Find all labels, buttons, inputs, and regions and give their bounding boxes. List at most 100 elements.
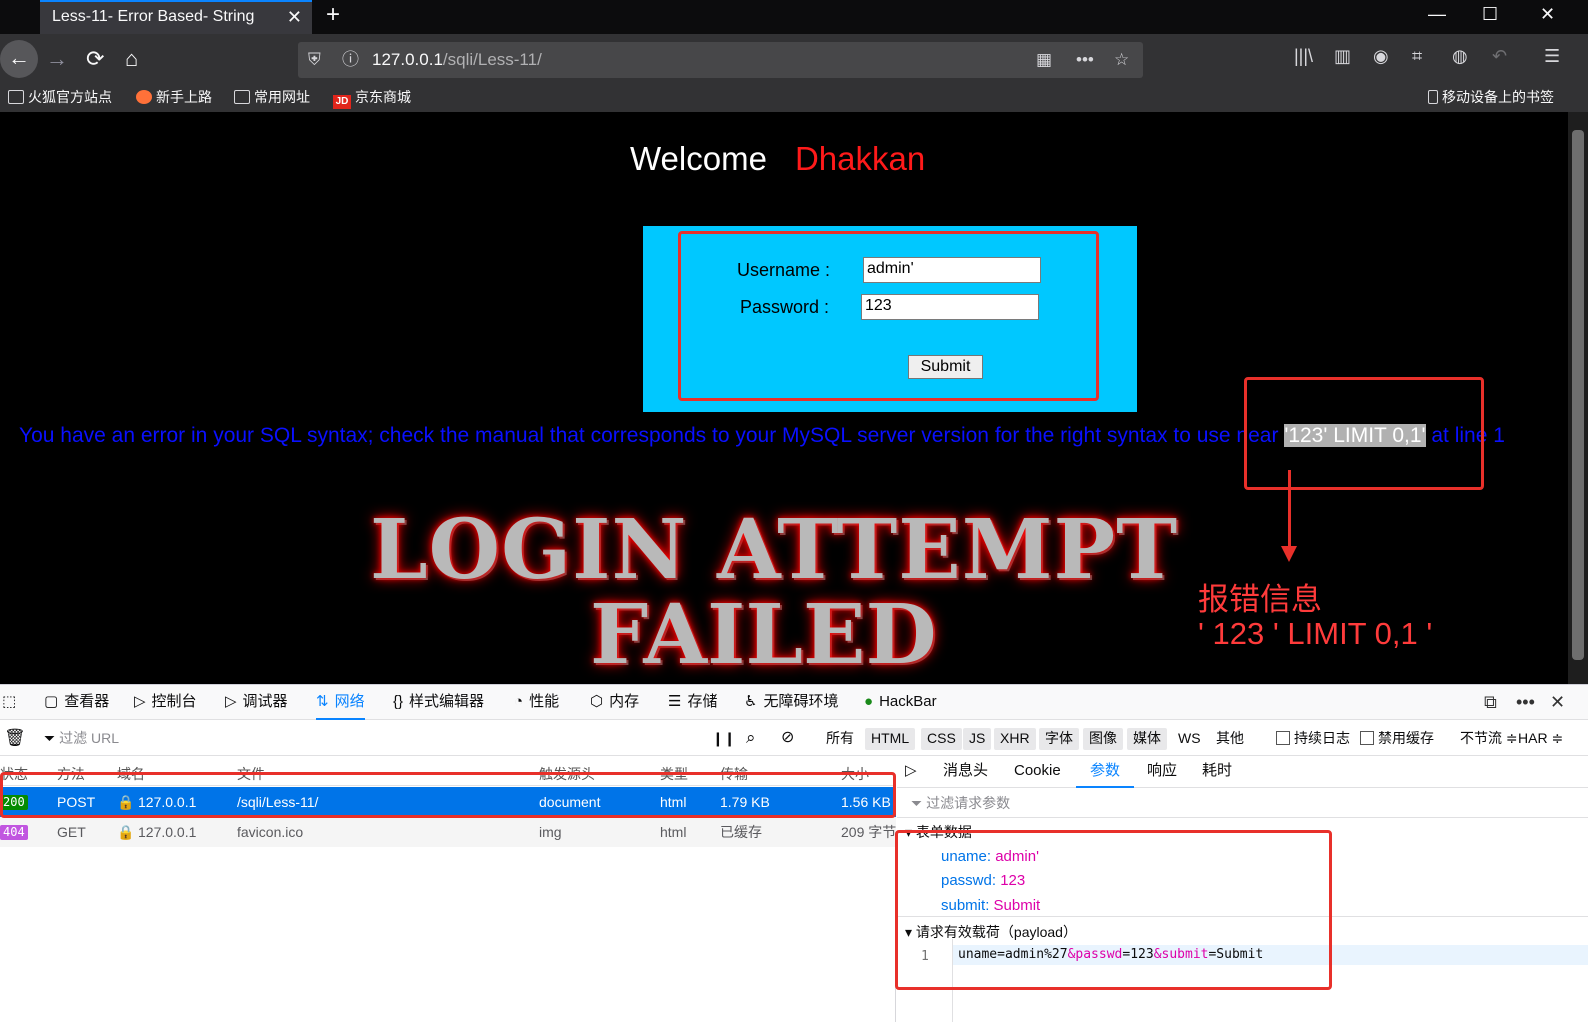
shield-icon[interactable]: ⛨	[308, 42, 321, 78]
annotation-box-form	[678, 231, 1099, 401]
type-filter-fonts[interactable]: 字体	[1039, 728, 1079, 750]
type-filter-css[interactable]: CSS	[921, 728, 962, 750]
welcome-text: Welcome	[630, 140, 767, 177]
annotation-box-error	[1244, 377, 1484, 490]
bookmark-item[interactable]: 火狐官方站点	[8, 84, 112, 110]
more-options-icon[interactable]: •••	[1516, 685, 1535, 719]
url-filter-input[interactable]: ⏷ 过滤 URL	[44, 720, 119, 756]
tab-response[interactable]: 响应	[1147, 756, 1177, 786]
sidebar-icon[interactable]: ▥	[1334, 46, 1351, 67]
menu-icon[interactable]: ☰	[1544, 46, 1560, 67]
url-host: 127.0.0.1	[372, 50, 443, 69]
tab-label: 样式编辑器	[409, 693, 485, 710]
dock-icon[interactable]: ⧉	[1484, 685, 1497, 719]
url-bar[interactable]: ⛨ ⓘ 127.0.0.1/sqli/Less-11/ ▦ ••• ☆	[298, 42, 1143, 78]
tab-active[interactable]: Less-11- Error Based- String ✕	[40, 0, 312, 34]
page-viewport: Welcome Dhakkan Username : admin' Passwor…	[0, 112, 1568, 684]
back-icon[interactable]: ←	[0, 40, 38, 78]
block-icon[interactable]: ⊘	[781, 720, 794, 756]
reload-icon[interactable]: ⟳	[86, 44, 104, 74]
persist-log-checkbox[interactable]: 持续日志	[1276, 720, 1350, 756]
tab-params[interactable]: 参数	[1076, 756, 1135, 788]
filter-icon: ⏷	[911, 795, 927, 811]
har-menu[interactable]: HAR ≑	[1518, 720, 1563, 756]
mobile-bookmarks[interactable]: 移动设备上的书签	[1428, 84, 1554, 110]
tab-performance[interactable]: ◔ 性能	[514, 685, 559, 720]
bookmark-label: 京东商城	[355, 89, 411, 105]
type-filter-other[interactable]: 其他	[1210, 728, 1250, 750]
annotation-title: 报错信息	[1198, 582, 1322, 617]
toggle-panel-icon[interactable]: ▷	[905, 756, 917, 786]
params-filter-input[interactable]: ⏷ 过滤请求参数	[897, 788, 1588, 818]
tab-label: 无障碍环境	[763, 693, 839, 710]
firefox-icon	[136, 90, 152, 104]
type-filter-ws[interactable]: WS	[1172, 728, 1207, 750]
url-filter-placeholder: 过滤 URL	[59, 730, 119, 746]
scrollbar-thumb[interactable]	[1572, 130, 1584, 660]
bookmark-item[interactable]: JD 京东商城	[333, 84, 411, 110]
type-filter-images[interactable]: 图像	[1083, 728, 1123, 750]
pause-icon[interactable]: ❙❙	[712, 720, 735, 756]
qr-code-icon[interactable]: ▦	[1036, 42, 1052, 78]
tab-network[interactable]: ⇅ 网络	[316, 685, 365, 720]
maximize-icon[interactable]: ☐	[1482, 4, 1498, 25]
element-picker-icon[interactable]: ⬚	[2, 685, 22, 720]
tab-inspector[interactable]: ▢ 查看器	[44, 685, 109, 720]
bookmark-item[interactable]: 常用网址	[234, 84, 310, 110]
type-filter-html[interactable]: HTML	[865, 728, 916, 750]
debugger-icon: ▷	[225, 693, 237, 710]
bookmark-label: 新手上路	[156, 89, 212, 105]
bookmark-star-icon[interactable]: ☆	[1114, 42, 1129, 78]
minimize-icon[interactable]: —	[1428, 4, 1446, 25]
request-table: 状态 方法 域名 文件 触发源头 类型 传输 大小 200 POST 🔒 127…	[0, 756, 896, 1022]
tab-accessibility[interactable]: ♿ 无障碍环境	[744, 685, 838, 720]
tab-timings[interactable]: 耗时	[1202, 756, 1232, 786]
tab-label: 存储	[687, 693, 718, 710]
folder-icon	[1428, 90, 1438, 104]
window-close-icon[interactable]: ✕	[1540, 4, 1555, 25]
url-text[interactable]: 127.0.0.1/sqli/Less-11/	[372, 42, 542, 78]
search-icon[interactable]: ⌕	[746, 720, 756, 756]
library-icon[interactable]: |||\	[1294, 46, 1313, 67]
throttle-select[interactable]: 不节流 ≑	[1460, 720, 1518, 756]
table-row[interactable]: 404 GET 🔒 127.0.0.1 favicon.ico img html…	[0, 817, 896, 847]
tab-label: 查看器	[64, 693, 110, 710]
login-failed-image-line1: LOGIN ATTEMPT	[370, 502, 1179, 598]
forward-icon[interactable]: →	[46, 44, 68, 74]
cell-method: GET	[57, 824, 86, 840]
home-icon[interactable]: ⌂	[125, 44, 138, 74]
cell-size: 209 字节	[841, 824, 897, 840]
bookmark-item[interactable]: 新手上路	[136, 84, 212, 110]
tab-label: 调试器	[242, 693, 288, 710]
tab-storage[interactable]: ☰ 存储	[668, 685, 717, 720]
tab-cookies[interactable]: Cookie	[1014, 756, 1061, 786]
tab-console[interactable]: ▷ 控制台	[134, 685, 197, 720]
console-icon: ▷	[134, 693, 146, 710]
chat-icon[interactable]: ◍	[1452, 46, 1468, 67]
page-actions-icon[interactable]: •••	[1076, 42, 1094, 78]
tab-close-icon[interactable]: ✕	[287, 2, 302, 32]
tab-memory[interactable]: ⬡ 内存	[590, 685, 639, 720]
navigation-toolbar: ← → ⟳ ⌂ ⛨ ⓘ 127.0.0.1/sqli/Less-11/ ▦ ••…	[0, 34, 1588, 84]
trash-icon[interactable]: 🗑	[4, 720, 26, 756]
type-filter-js[interactable]: JS	[963, 728, 992, 750]
tab-headers[interactable]: 消息头	[943, 756, 988, 786]
tab-style-editor[interactable]: {} 样式编辑器	[393, 685, 484, 720]
tab-debugger[interactable]: ▷ 调试器	[225, 685, 288, 720]
disable-cache-checkbox[interactable]: 禁用缓存	[1360, 720, 1434, 756]
devtools-close-icon[interactable]: ✕	[1550, 685, 1565, 719]
tab-label: 网络	[334, 693, 365, 710]
network-icon: ⇅	[316, 693, 329, 710]
undo-icon[interactable]: ↶	[1492, 46, 1507, 67]
chip-icon: ⬡	[590, 693, 604, 710]
tab-label: 性能	[529, 693, 560, 710]
account-icon[interactable]: ◉	[1373, 46, 1389, 67]
type-filter-media[interactable]: 媒体	[1127, 728, 1167, 750]
type-filter-xhr[interactable]: XHR	[994, 728, 1036, 750]
screenshot-icon[interactable]: ⌗	[1412, 46, 1422, 67]
type-filter-all[interactable]: 所有	[820, 728, 860, 750]
new-tab-button[interactable]: +	[326, 0, 340, 30]
welcome-heading: Welcome Dhakkan	[630, 140, 925, 178]
info-icon[interactable]: ⓘ	[342, 42, 359, 78]
tab-hackbar[interactable]: ● HackBar	[864, 685, 937, 720]
